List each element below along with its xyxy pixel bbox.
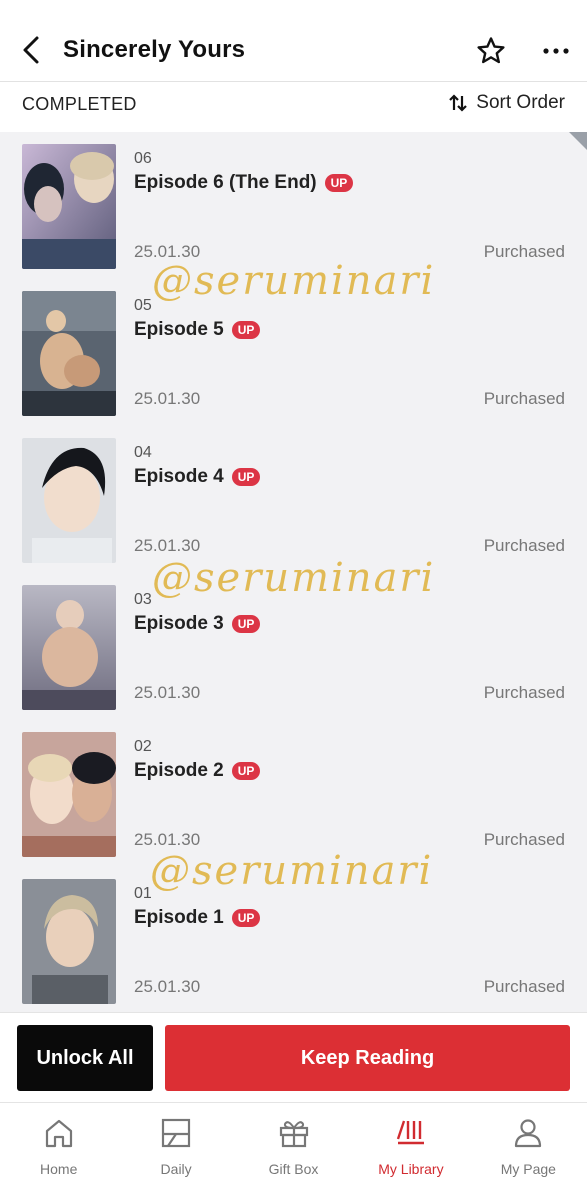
- episode-thumbnail: [22, 144, 116, 269]
- nav-item-my-library[interactable]: My Library: [352, 1103, 469, 1200]
- more-horizontal-icon: [543, 48, 569, 54]
- episode-row[interactable]: 06 Episode 6 (The End) UP 25.01.30 Purch…: [0, 132, 587, 279]
- nav-item-home[interactable]: Home: [0, 1103, 117, 1200]
- library-icon: [393, 1115, 429, 1151]
- episode-row[interactable]: 02 Episode 2 UP 25.01.30 Purchased: [0, 720, 587, 867]
- favorite-button[interactable]: [474, 34, 508, 68]
- home-icon: [41, 1115, 77, 1151]
- nav-label: Home: [40, 1161, 78, 1177]
- episode-number: 05: [134, 297, 152, 314]
- back-button[interactable]: [14, 32, 50, 68]
- up-badge: UP: [324, 174, 354, 192]
- up-badge: UP: [231, 615, 261, 633]
- episode-title: Episode 5 UP: [134, 319, 261, 341]
- nav-label: Gift Box: [268, 1161, 319, 1177]
- episode-row[interactable]: 05 Episode 5 UP 25.01.30 Purchased: [0, 279, 587, 426]
- episode-row[interactable]: 01 Episode 1 UP 25.01.30 Purchased: [0, 867, 587, 1012]
- purchase-status: Purchased: [483, 536, 565, 555]
- sort-order-label: Sort Order: [476, 92, 565, 113]
- action-bar: Unlock All Keep Reading: [0, 1012, 587, 1102]
- nav-item-my-page[interactable]: My Page: [470, 1103, 587, 1200]
- episode-number: 04: [134, 444, 152, 461]
- nav-item-gift-box[interactable]: Gift Box: [235, 1103, 352, 1200]
- up-badge: UP: [231, 321, 261, 339]
- episode-title-text: Episode 3: [134, 613, 224, 634]
- sort-arrows-icon: [449, 94, 468, 112]
- episode-number: 01: [134, 885, 152, 902]
- episode-list: 06 Episode 6 (The End) UP 25.01.30 Purch…: [0, 132, 587, 1012]
- episode-date: 25.01.30: [134, 977, 201, 996]
- episode-number: 02: [134, 738, 152, 755]
- top-app-bar: Sincerely Yours: [0, 0, 587, 82]
- calendar-icon: [158, 1115, 194, 1151]
- up-badge: UP: [231, 468, 261, 486]
- more-options-button[interactable]: [538, 34, 574, 68]
- star-icon: [477, 37, 505, 64]
- purchase-status: Purchased: [483, 389, 565, 408]
- nav-label: My Library: [378, 1161, 444, 1177]
- nav-item-daily[interactable]: Daily: [117, 1103, 234, 1200]
- sort-order-button[interactable]: Sort Order: [448, 92, 565, 114]
- page-title: Sincerely Yours: [63, 36, 246, 63]
- episode-thumbnail: [22, 879, 116, 1004]
- episode-number: 06: [134, 150, 152, 167]
- keep-reading-button[interactable]: Keep Reading: [165, 1025, 570, 1091]
- nav-label: My Page: [500, 1161, 556, 1177]
- episode-title-text: Episode 4: [134, 466, 224, 487]
- person-icon: [510, 1115, 546, 1151]
- purchase-status: Purchased: [483, 242, 565, 261]
- episode-thumbnail: [22, 732, 116, 857]
- series-status-bar: COMPLETED Sort Order: [0, 82, 587, 132]
- episode-date: 25.01.30: [134, 830, 201, 849]
- episode-thumbnail: [22, 585, 116, 710]
- episode-title: Episode 6 (The End) UP: [134, 172, 354, 194]
- up-badge: UP: [231, 762, 261, 780]
- episode-title: Episode 1 UP: [134, 907, 261, 929]
- purchase-status: Purchased: [483, 830, 565, 849]
- episode-date: 25.01.30: [134, 242, 201, 261]
- up-badge: UP: [231, 909, 261, 927]
- bottom-navigation: Home Daily Gift Box My Library My Page: [0, 1102, 587, 1200]
- episode-title: Episode 4 UP: [134, 466, 261, 488]
- episode-row[interactable]: 04 Episode 4 UP 25.01.30 Purchased: [0, 426, 587, 573]
- episode-title-text: Episode 6 (The End): [134, 172, 317, 193]
- episode-date: 25.01.30: [134, 389, 201, 408]
- purchase-status: Purchased: [483, 683, 565, 702]
- gift-icon: [276, 1115, 312, 1151]
- series-status: COMPLETED: [22, 94, 137, 114]
- episode-title: Episode 3 UP: [134, 613, 261, 635]
- episode-date: 25.01.30: [134, 536, 201, 555]
- episode-thumbnail: [22, 438, 116, 563]
- episode-title-text: Episode 5: [134, 319, 224, 340]
- episode-title: Episode 2 UP: [134, 760, 261, 782]
- chevron-left-icon: [23, 36, 39, 64]
- unlock-all-button[interactable]: Unlock All: [17, 1025, 153, 1091]
- episode-title-text: Episode 1: [134, 907, 224, 928]
- episode-date: 25.01.30: [134, 683, 201, 702]
- episode-row[interactable]: 03 Episode 3 UP 25.01.30 Purchased: [0, 573, 587, 720]
- episode-title-text: Episode 2: [134, 760, 224, 781]
- purchase-status: Purchased: [483, 977, 565, 996]
- episode-thumbnail: [22, 291, 116, 416]
- episode-number: 03: [134, 591, 152, 608]
- page-corner-indicator: [569, 132, 587, 150]
- nav-label: Daily: [160, 1161, 192, 1177]
